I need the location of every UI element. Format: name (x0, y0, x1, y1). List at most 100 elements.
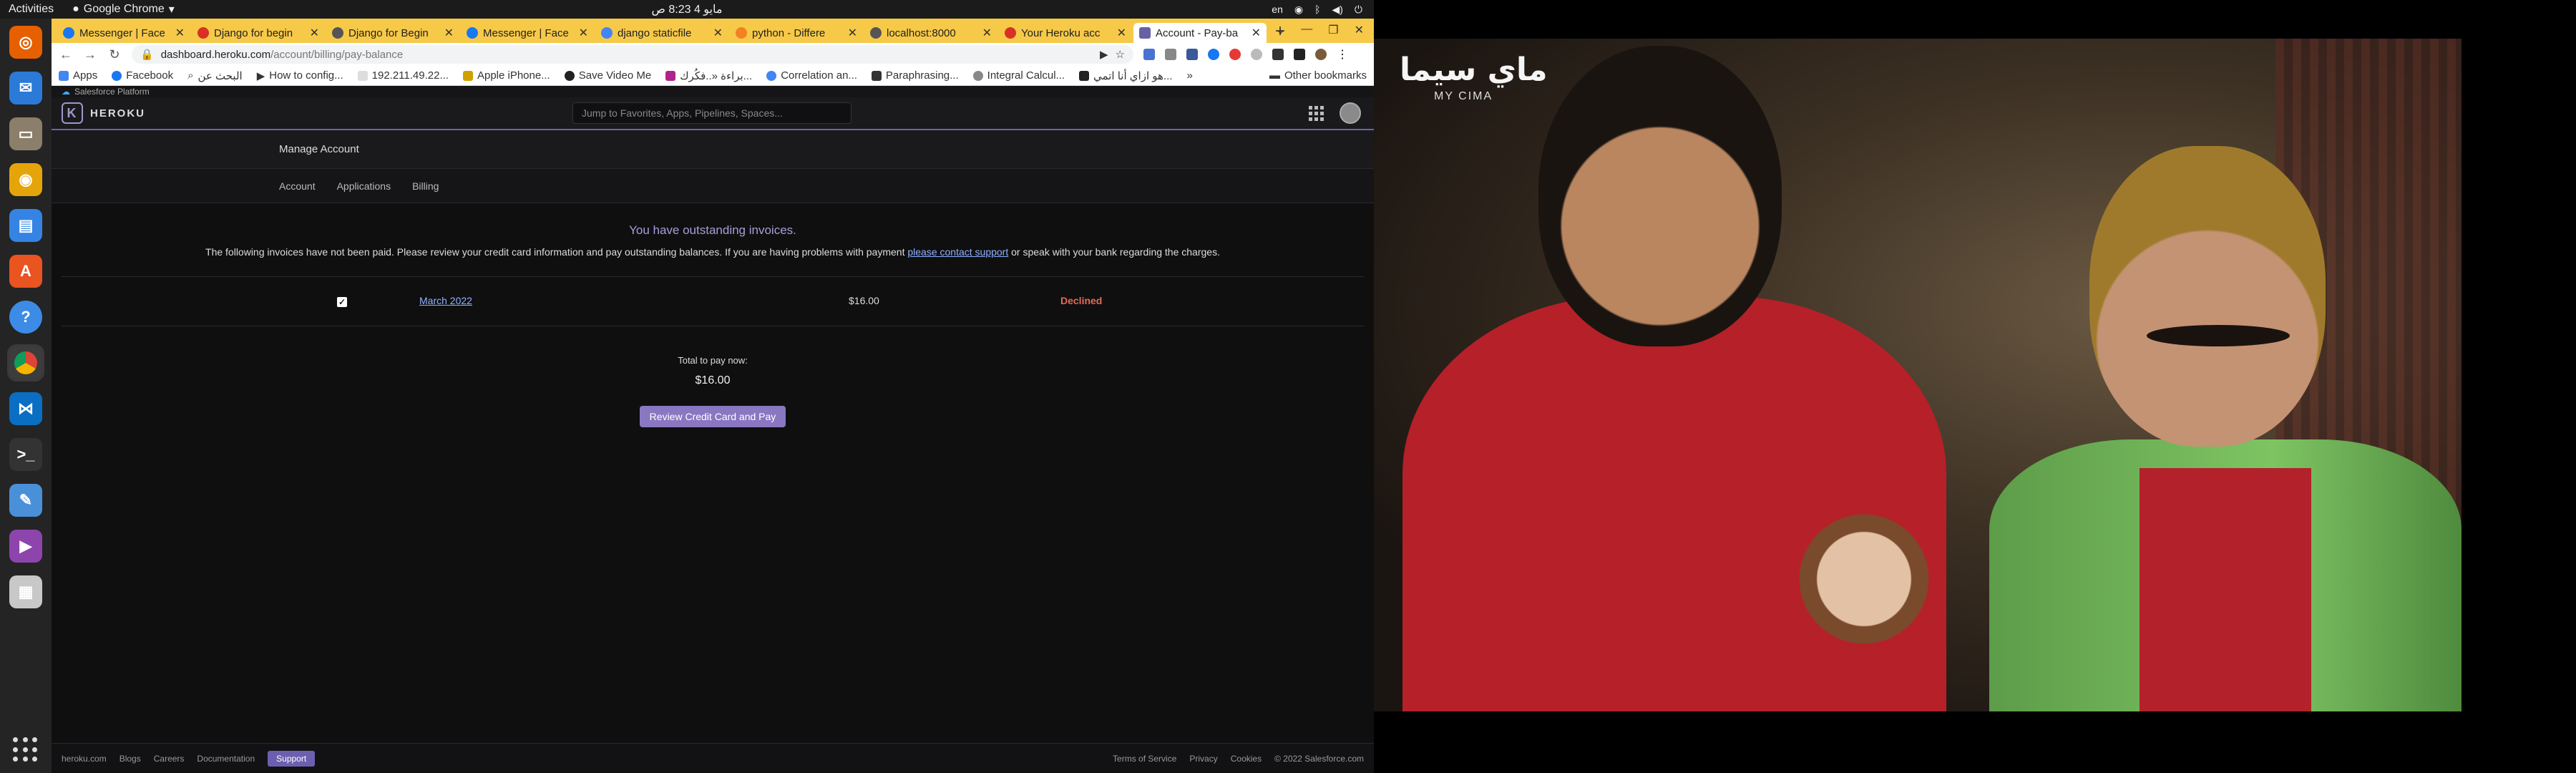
power-icon: ⏻ (1354, 3, 1362, 15)
tab-search-icon[interactable]: ⌄ (1276, 23, 1285, 37)
browser-tab[interactable]: django staticfile ✕ (595, 23, 728, 43)
maximize-icon[interactable]: ❐ (1328, 23, 1338, 37)
bookmark-item[interactable]: Correlation an... (766, 69, 857, 82)
bookmark-item[interactable]: Paraphrasing... (871, 69, 959, 82)
tab-favicon-icon (1139, 27, 1151, 39)
profile-avatar[interactable] (1315, 49, 1327, 60)
footer-link[interactable]: Privacy (1189, 754, 1217, 764)
account-avatar[interactable] (1340, 102, 1361, 124)
page-icon (665, 70, 676, 81)
close-icon[interactable]: ✕ (982, 26, 992, 40)
tab-applications[interactable]: Applications (337, 180, 391, 192)
star-icon[interactable]: ☆ (1116, 48, 1125, 61)
vscode-icon[interactable]: ⋈ (9, 392, 42, 425)
browser-tab[interactable]: Messenger | Face ✕ (461, 23, 594, 43)
bookmark-label: براءة «..فكُرك... (680, 69, 753, 82)
back-icon[interactable]: ← (59, 47, 73, 62)
bookmark-item[interactable]: ⌕ البحث عن (187, 69, 243, 82)
close-icon[interactable]: ✕ (310, 26, 319, 40)
tab-billing[interactable]: Billing (412, 180, 439, 192)
contact-support-link[interactable]: please contact support (907, 246, 1008, 258)
language-indicator[interactable]: en (1272, 4, 1283, 15)
close-icon[interactable]: ✕ (579, 26, 588, 40)
bookmark-item[interactable]: هو ازاي أنا اتمي... (1079, 69, 1172, 82)
browser-tab[interactable]: python - Differe ✕ (730, 23, 863, 43)
heroku-logo[interactable]: K HEROKU (62, 102, 145, 124)
extension-icon[interactable] (1186, 49, 1198, 60)
other-bookmarks[interactable]: ▬ Other bookmarks (1269, 69, 1367, 82)
bookmark-item[interactable]: Facebook (112, 69, 173, 82)
footer-link[interactable]: Terms of Service (1113, 754, 1176, 764)
bookmark-item[interactable]: ▶ How to config... (257, 69, 343, 82)
extension-icon[interactable] (1143, 49, 1155, 60)
extension-icon[interactable] (1208, 49, 1219, 60)
invoice-checkbox[interactable] (337, 297, 347, 307)
extension-icon[interactable] (1251, 49, 1262, 60)
reload-icon[interactable]: ↻ (107, 47, 122, 62)
show-applications-icon[interactable] (13, 737, 39, 763)
video-frame[interactable]: ماي سيما MY CIMA (1374, 39, 2462, 711)
writer-icon[interactable]: ▤ (9, 209, 42, 242)
bookmark-item[interactable]: Apps (59, 69, 97, 82)
thunderbird-icon[interactable]: ✉ (9, 72, 42, 104)
app-menu[interactable]: ● Google Chrome ▾ (72, 2, 175, 16)
browser-tab[interactable]: localhost:8000 ✕ (864, 23, 997, 43)
extension-icon[interactable] (1165, 49, 1176, 60)
text-editor-icon[interactable]: ✎ (9, 484, 42, 517)
bookmark-item[interactable]: 192.211.49.22... (357, 69, 449, 82)
more-bookmarks-icon[interactable]: » (1186, 69, 1192, 82)
minimize-icon[interactable]: — (1301, 23, 1312, 37)
extension-icon[interactable] (1229, 49, 1241, 60)
bookmark-item[interactable]: Apple iPhone... (462, 69, 550, 82)
footer-link[interactable]: Blogs (119, 754, 141, 764)
browser-tab-active[interactable]: Account - Pay-ba ✕ (1133, 23, 1267, 43)
bookmark-item[interactable]: براءة «..فكُرك... (665, 69, 752, 82)
menu-kebab-icon[interactable]: ⋮ (1337, 47, 1348, 62)
bookmark-item[interactable]: Integral Calcul... (972, 69, 1065, 82)
close-icon[interactable]: ✕ (1117, 26, 1126, 40)
forward-icon[interactable]: → (83, 47, 97, 62)
screenshot-icon[interactable]: ▦ (9, 575, 42, 608)
files-icon[interactable]: ▭ (9, 117, 42, 150)
support-button[interactable]: Support (268, 750, 316, 767)
browser-tab[interactable]: Django for begin ✕ (192, 23, 325, 43)
close-icon[interactable]: ✕ (1252, 26, 1261, 40)
bookmark-item[interactable]: Save Video Me (564, 69, 651, 82)
jump-search-input[interactable]: Jump to Favorites, Apps, Pipelines, Spac… (572, 102, 852, 124)
video-player-icon[interactable]: ▶ (9, 530, 42, 563)
bookmark-label: Correlation an... (781, 69, 857, 82)
browser-tab[interactable]: Messenger | Face ✕ (57, 23, 190, 43)
extension-icon[interactable] (1294, 49, 1305, 60)
total-label: Total to pay now: (678, 355, 748, 366)
footer-link[interactable]: Careers (154, 754, 185, 764)
close-icon[interactable]: ✕ (444, 26, 454, 40)
browser-tab[interactable]: Your Heroku acc ✕ (999, 23, 1132, 43)
footer-link[interactable]: Documentation (197, 754, 255, 764)
terminal-icon[interactable]: >_ (9, 438, 42, 471)
system-tray[interactable]: en ◉ ᛒ ◀) ⏻ (1272, 4, 1362, 16)
close-icon[interactable]: ✕ (848, 26, 857, 40)
chrome-icon[interactable] (7, 344, 44, 381)
review-and-pay-button[interactable]: Review Credit Card and Pay (639, 406, 786, 427)
close-icon[interactable]: ✕ (175, 26, 185, 40)
window-controls: ⌄ — ❐ ✕ (1276, 23, 1364, 37)
software-center-icon[interactable]: A (9, 255, 42, 288)
page-icon (871, 70, 882, 81)
rhythmbox-icon[interactable]: ◉ (9, 163, 42, 196)
browser-tab[interactable]: Django for Begin ✕ (326, 23, 459, 43)
firefox-icon[interactable]: ◎ (9, 26, 42, 59)
send-icon[interactable]: ▶ (1100, 48, 1108, 61)
close-icon[interactable]: ✕ (713, 26, 723, 40)
apps-grid-icon[interactable] (1309, 105, 1324, 121)
close-window-icon[interactable]: ✕ (1355, 23, 1364, 37)
footer-link[interactable]: heroku.com (62, 754, 107, 764)
footer-link[interactable]: Cookies (1231, 754, 1262, 764)
activities-button[interactable]: Activities (9, 3, 54, 16)
puzzle-icon[interactable] (1272, 49, 1284, 60)
invoice-link[interactable]: March 2022 (419, 295, 472, 306)
address-bar[interactable]: 🔒 dashboard.heroku.com/account/billing/p… (132, 45, 1133, 64)
tab-account[interactable]: Account (279, 180, 316, 192)
help-icon[interactable]: ? (9, 301, 42, 334)
video-player[interactable]: ماي سيما MY CIMA (1374, 0, 2576, 773)
clock[interactable]: مايو 4 8:23 ص (652, 2, 723, 16)
